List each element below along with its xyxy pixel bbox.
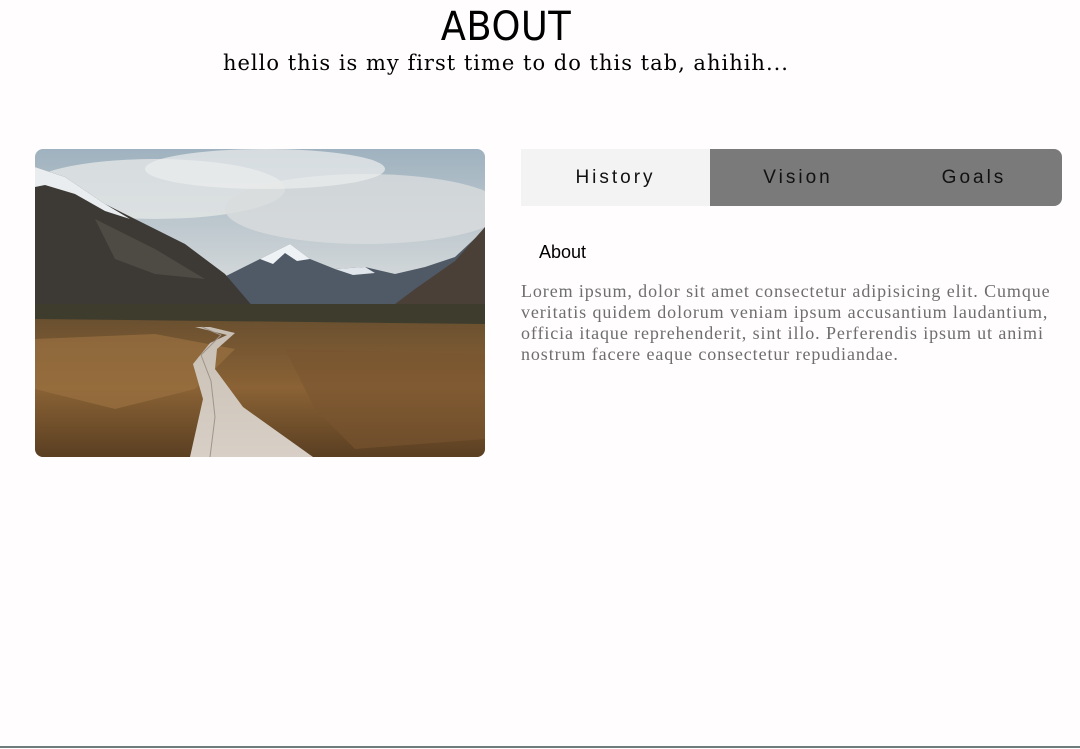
tab-history[interactable]: History	[521, 149, 710, 206]
tab-bar: History Vision Goals	[521, 149, 1062, 206]
tab-goals[interactable]: Goals	[886, 149, 1062, 206]
panel-text: Lorem ipsum, dolor sit amet consectetur …	[521, 281, 1051, 364]
page-title: ABOUT	[440, 4, 572, 50]
landscape-photo	[35, 149, 485, 457]
page-header: ABOUT hello this is my first time to do …	[0, 0, 1012, 76]
panel-heading: About	[539, 242, 587, 262]
tab-vision[interactable]: Vision	[710, 149, 886, 206]
page-subtitle: hello this is my first time to do this t…	[222, 51, 789, 75]
bottom-divider	[0, 746, 1080, 748]
